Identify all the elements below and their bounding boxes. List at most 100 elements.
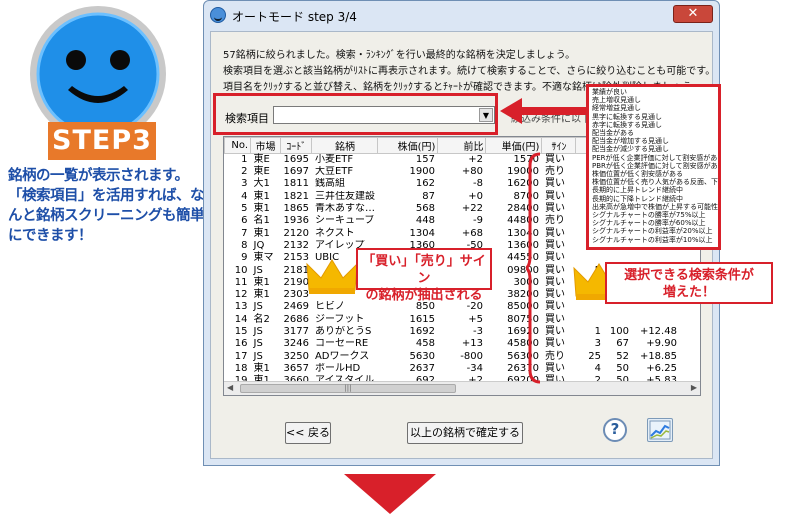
table-cell: 1 <box>594 326 601 337</box>
column-header[interactable]: ｻｲﾝ <box>541 137 577 154</box>
more-conditions-callout: 選択できる検索条件が 増えた！ <box>605 262 773 304</box>
table-cell: 67 <box>616 338 629 350</box>
sign-callout-line-2: の銘柄が抽出される <box>365 288 483 303</box>
app-icon <box>210 7 226 23</box>
table-cell: 1697 <box>283 166 309 178</box>
table-cell: 三井住友建設 <box>314 190 375 202</box>
search-option[interactable]: 長期的に上昇トレンド継続中 <box>592 186 715 194</box>
table-cell: 3177 <box>283 326 309 337</box>
table-cell: 458 <box>415 338 435 350</box>
line-chart-icon <box>649 420 671 440</box>
table-cell: 買い <box>544 326 565 337</box>
more-callout-line-1: 選択できる検索条件が <box>624 268 754 283</box>
search-option[interactable]: PBRが低く企業評価に対して割安感がある <box>592 162 718 170</box>
search-option[interactable]: 長期的に下降トレンド継続中 <box>592 195 715 203</box>
chart-button[interactable] <box>647 418 673 442</box>
search-option[interactable]: 黒字に転換する見通し <box>592 113 715 121</box>
search-option[interactable]: PERが低く企業評価に対して割安感がある <box>592 154 718 162</box>
scroll-left-icon[interactable]: ◀ <box>227 383 233 392</box>
table-cell: ADワークス <box>314 350 370 362</box>
table-cell: 3 <box>241 178 248 190</box>
table-cell: 50 <box>616 362 629 374</box>
column-header[interactable]: 市場 <box>250 137 281 154</box>
table-cell: 52 <box>616 350 629 362</box>
table-cell: 5630 <box>409 350 435 362</box>
table-cell: 2 <box>241 166 248 178</box>
table-cell: ポールHD <box>314 362 361 374</box>
search-options-list: 業績が良い 売上増収見通し 経常増益見通し 黒字に転換する見通し 赤字に転換する見通し配… <box>586 84 721 250</box>
table-cell: 3 <box>594 338 601 350</box>
table-cell: 5 <box>241 203 248 215</box>
table-cell: JS <box>253 326 263 337</box>
column-header[interactable]: 株価(円) <box>377 137 439 154</box>
table-cell: 青木あすな… <box>314 203 375 215</box>
table-cell: 買い <box>544 289 565 301</box>
table-cell: 25 <box>588 350 601 362</box>
table-cell: 1615 <box>409 313 435 325</box>
more-callout-line-2: 増えた！ <box>662 285 715 300</box>
back-button[interactable]: << 戻る <box>285 422 331 444</box>
column-header[interactable]: No. <box>224 137 251 154</box>
table-cell: +18.85 <box>639 350 677 362</box>
table-row[interactable]: 17 JS 3250 ADワークス 5630 -800 56300 売り 25 52 +18.85 <box>225 350 680 362</box>
pointer-arrow-icon <box>500 98 522 124</box>
table-row[interactable]: 18 東1 3657 ポールHD 2637 -34 26370 買い 4 50 +6.25 <box>225 363 680 375</box>
table-cell: ジーフット <box>314 313 365 325</box>
search-option[interactable]: シグナルチャートの利益率が10%以上 <box>592 236 715 244</box>
table-cell: 買い <box>544 227 565 239</box>
table-cell: 買い <box>544 276 565 288</box>
search-option[interactable]: 出来高が急増中で株価が上昇する可能性あり <box>592 203 718 211</box>
search-option[interactable]: 業績が良い <box>592 88 715 96</box>
table-cell: JS <box>253 350 263 362</box>
table-cell: 2132 <box>283 239 309 251</box>
table-cell: 買い <box>544 301 565 313</box>
search-option[interactable]: 配当金がある <box>592 129 715 137</box>
column-header[interactable]: 前比 <box>437 137 487 154</box>
table-row[interactable]: 14 名2 2686 ジーフット 1615 +5 80750 買い <box>225 314 680 326</box>
table-cell: 買い <box>544 178 565 190</box>
table-cell: +68 <box>461 227 483 239</box>
table-cell: -9 <box>472 215 483 227</box>
table-cell: JS <box>253 338 263 350</box>
table-cell: 4 <box>594 362 601 374</box>
table-cell: シーキューブ <box>314 215 375 227</box>
next-step-arrow-icon <box>344 474 436 514</box>
column-header[interactable]: ｺｰﾄﾞ <box>279 137 313 154</box>
table-cell: 162 <box>415 178 435 190</box>
table-cell: 13 <box>234 301 248 313</box>
table-cell: 東1 <box>253 190 270 202</box>
close-button[interactable]: ✕ <box>673 5 713 23</box>
table-cell: 1 <box>241 154 248 165</box>
table-cell: 16 <box>234 338 248 350</box>
search-option[interactable]: 配当金が減少する見通し <box>592 145 715 153</box>
search-option[interactable]: 株価位置が低く割安感がある <box>592 170 715 178</box>
table-cell: 1695 <box>283 154 309 165</box>
table-cell: JQ <box>253 239 265 251</box>
table-cell: +9.90 <box>646 338 677 350</box>
table-cell: -8 <box>472 178 483 190</box>
scrollbar-thumb[interactable]: ||| <box>240 384 456 393</box>
table-cell: 名1 <box>253 215 270 227</box>
table-cell: 買い <box>544 362 565 374</box>
table-cell: 18 <box>234 362 248 374</box>
table-cell: コーセーRE <box>314 338 369 350</box>
search-option[interactable]: 経常増益見通し <box>592 104 715 112</box>
help-button[interactable]: ? <box>603 418 627 442</box>
scroll-right-icon[interactable]: ▶ <box>691 383 697 392</box>
table-cell: 6 <box>241 215 248 227</box>
table-row[interactable]: 16 JS 3246 コーセーRE 458 +13 45800 買い 3 67 +9.90 <box>225 338 680 350</box>
table-row[interactable]: 15 JS 3177 ありがとうS 1692 -3 16920 買い 1 100 +12.48 <box>225 326 680 338</box>
table-cell: 100 <box>609 326 629 337</box>
crown-icon <box>306 259 358 294</box>
search-option[interactable]: 赤字に転換する見通し <box>592 121 715 129</box>
column-header[interactable]: 銘柄 <box>311 137 379 154</box>
table-cell: 買い <box>544 154 565 165</box>
intro-line-1: 57銘柄に絞られました。検索・ﾗﾝｷﾝｸﾞを行い最終的な銘柄を決定しましょう。 <box>223 50 576 61</box>
table-cell: 448 <box>415 215 435 227</box>
table-cell: 568 <box>415 203 435 215</box>
confirm-stocks-button[interactable]: 以上の銘柄で確定する <box>407 422 523 444</box>
table-cell: 大豆ETF <box>314 166 354 178</box>
search-option[interactable]: シグナルチャートの利益率が20%以上 <box>592 227 715 235</box>
table-cell: 買い <box>544 338 565 350</box>
horizontal-scrollbar[interactable]: ◀ ||| ▶ <box>224 381 700 395</box>
